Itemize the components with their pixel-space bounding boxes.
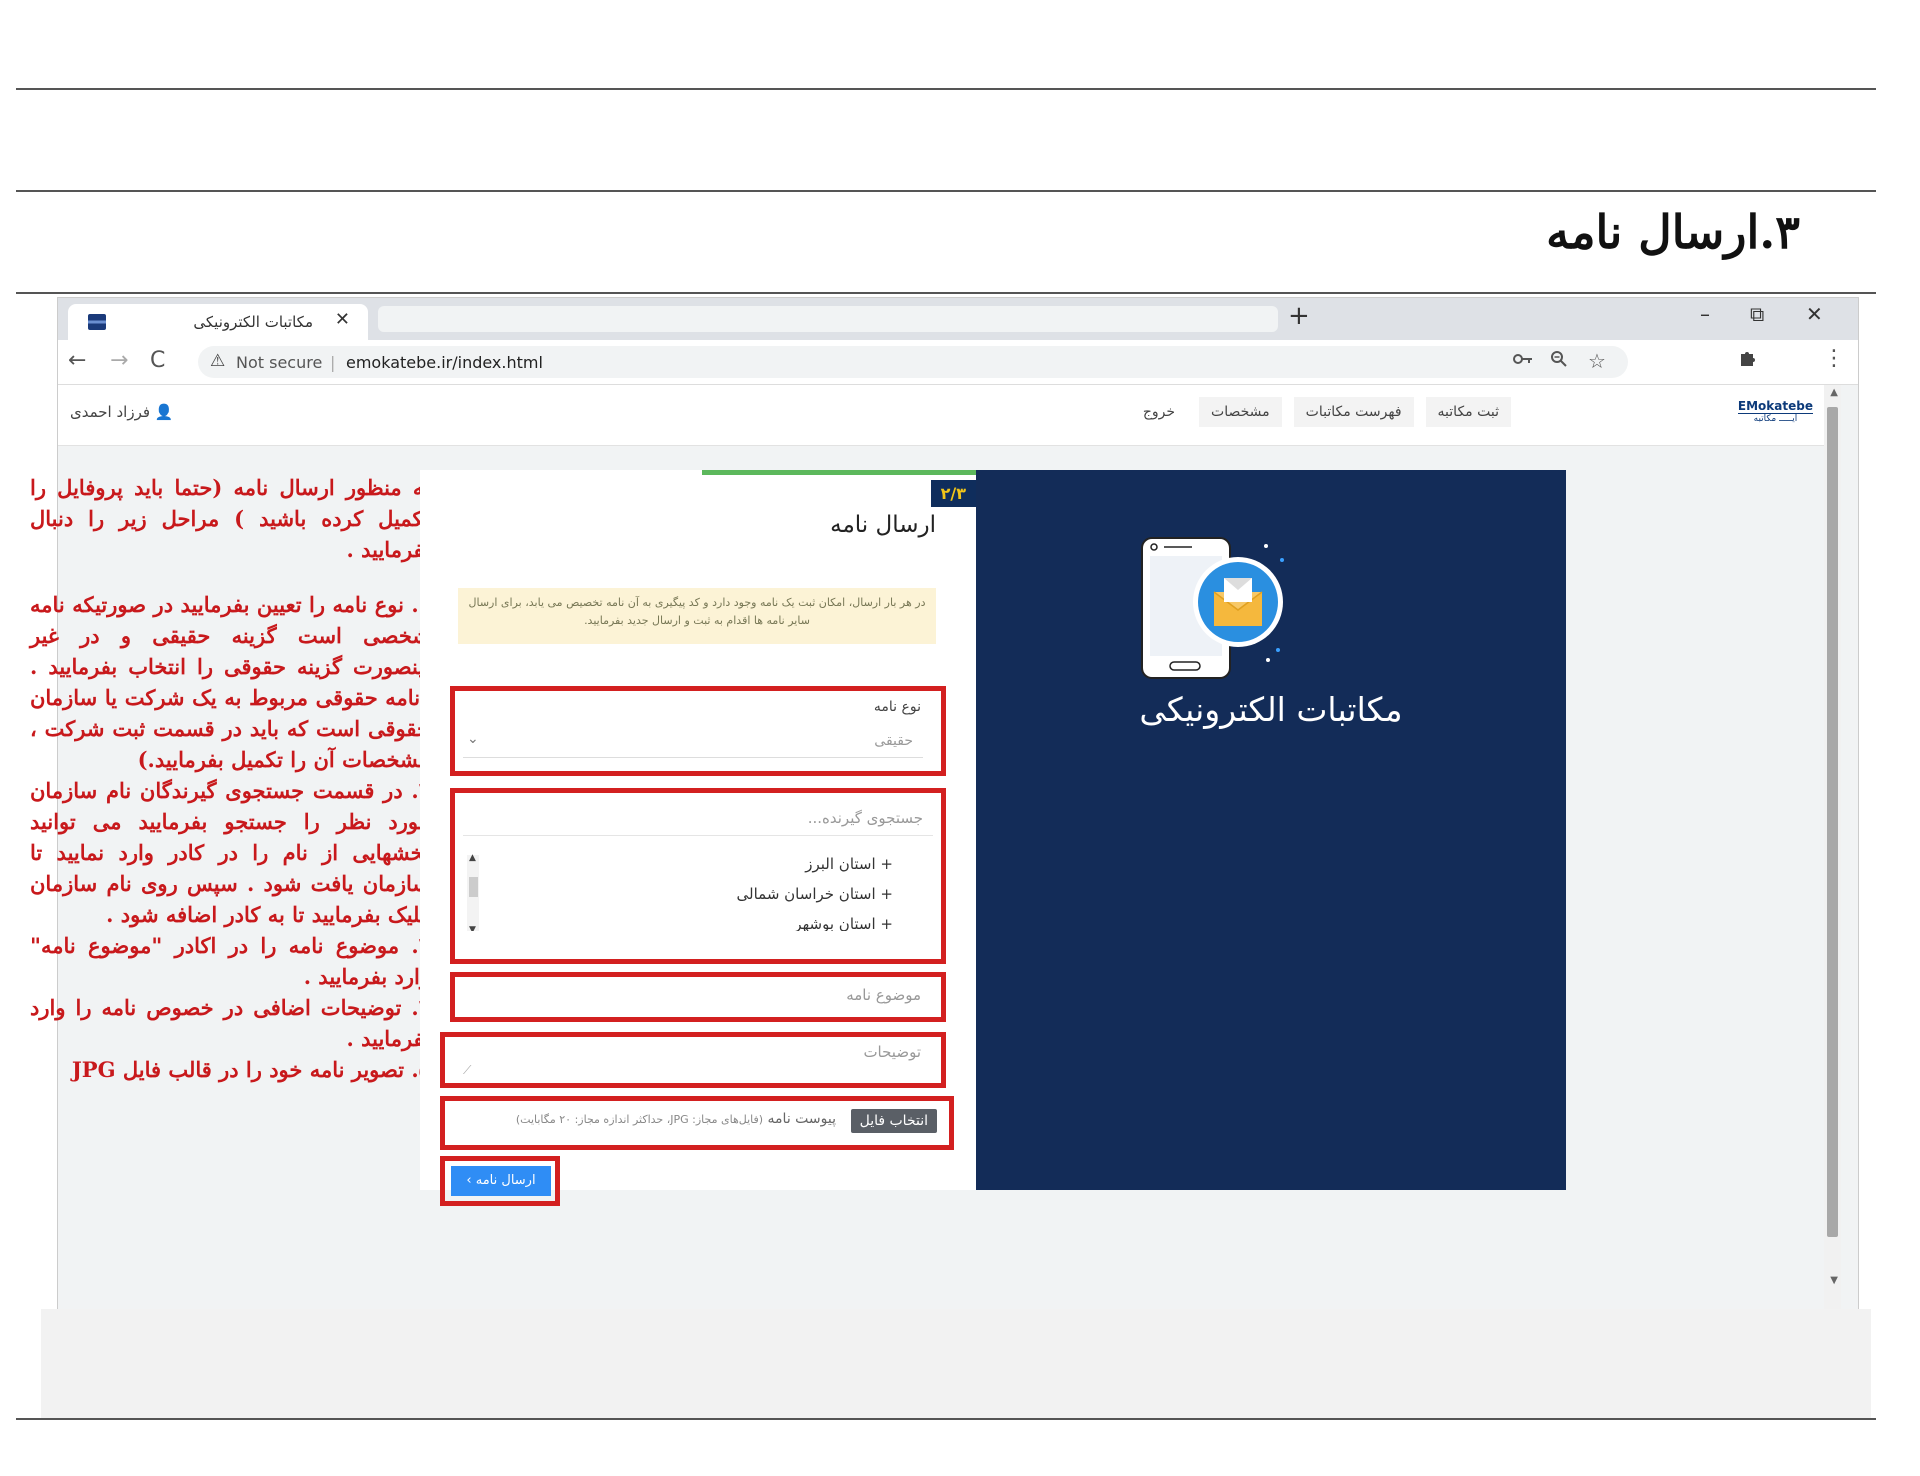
type-label: نوع نامه: [873, 699, 921, 715]
nav-item-profile[interactable]: مشخصات: [1199, 397, 1282, 427]
rule-top: [16, 88, 1876, 90]
logo-sub: ایـــــ مکاتبه: [1737, 413, 1813, 424]
brand-title: مکاتبات الکترونیکی: [1139, 690, 1403, 729]
mail-phone-icon: [1141, 537, 1284, 679]
file-label-text: پیوست نامه: [767, 1111, 836, 1127]
recipient-list: + استان البرز + استان خراسان شمالی + است…: [461, 847, 933, 931]
scroll-down-icon[interactable]: ▼: [469, 925, 476, 931]
back-button[interactable]: ←: [68, 348, 86, 373]
warning-icon[interactable]: ⚠: [210, 351, 225, 371]
site-logo[interactable]: EMokatebe ایـــــ مکاتبه: [1737, 399, 1813, 424]
user-name: فرزاد احمدی: [70, 403, 151, 421]
recipient-search-input[interactable]: جستجوی گیرنده...: [463, 801, 933, 836]
zoom-icon[interactable]: [1550, 350, 1568, 373]
subject-field-box[interactable]: موضوع نامه: [450, 972, 946, 1022]
reload-button[interactable]: C: [150, 348, 165, 373]
star-icon[interactable]: ☆: [1588, 349, 1606, 373]
recipient-item[interactable]: + استان بوشهر: [794, 915, 893, 931]
window-close-button[interactable]: ✕: [1806, 302, 1823, 326]
key-icon[interactable]: [1513, 350, 1533, 371]
logo-main: EMokatebe: [1737, 399, 1813, 413]
url-text[interactable]: emokatebe.ir/index.html: [346, 353, 543, 372]
tab-strip: مکاتبات الکترونیکی ✕ + – ⧉ ✕: [58, 298, 1858, 340]
page-scrollbar[interactable]: ▲ ▼: [1824, 385, 1841, 1310]
puzzle-icon[interactable]: [1738, 348, 1758, 373]
new-tab-button[interactable]: +: [1288, 301, 1310, 331]
instruction-step-5: ۵. تصویر نامه خود را در قالب فایل JPG: [71, 1057, 430, 1082]
send-button-box: ارسال نامه ›: [440, 1156, 560, 1206]
menu-icon[interactable]: ⋮: [1823, 346, 1845, 371]
browser-toolbar: ← → C ⚠ Not secure | emokatebe.ir/index.…: [58, 340, 1858, 385]
restore-button[interactable]: ⧉: [1750, 302, 1764, 326]
type-select[interactable]: حقیقی ⌄: [463, 727, 923, 758]
description-placeholder: توضیحات: [863, 1043, 921, 1061]
not-secure-label[interactable]: Not secure: [236, 353, 322, 372]
instruction-step-4: ۴. توضیحات اضافی در خصوص نامه را وارد بف…: [30, 995, 430, 1051]
chevron-down-icon: ⌄: [467, 731, 479, 747]
user-menu[interactable]: 👤 فرزاد احمدی: [70, 403, 174, 421]
rule-above-screenshot: [16, 292, 1876, 294]
minimize-button[interactable]: –: [1700, 302, 1710, 326]
tab-bar-empty: [378, 306, 1278, 332]
instructions-text: به منظور ارسال نامه (حتما باید پروفایل ر…: [30, 472, 430, 1085]
tab-title: مکاتبات الکترونیکی: [193, 313, 313, 331]
instructions-intro: به منظور ارسال نامه (حتما باید پروفایل ر…: [30, 475, 430, 562]
recipient-item[interactable]: + استان خراسان شمالی: [737, 885, 893, 903]
instruction-step-1: ۱. نوع نامه را تعیین بفرمایید در صورتیکه…: [30, 592, 430, 772]
scroll-thumb[interactable]: [1827, 407, 1838, 1237]
url-separator: |: [330, 353, 336, 372]
file-label: پیوست نامه (فایل‌های مجاز: JPG، حداکثر ا…: [516, 1111, 836, 1127]
list-scroll-thumb[interactable]: [469, 877, 478, 897]
form-title: ارسال نامه: [830, 512, 936, 538]
brand-panel: مکاتبات الکترونیکی: [976, 470, 1566, 1190]
subject-placeholder: موضوع نامه: [846, 986, 921, 1004]
instruction-step-3: ۳. موضوع نامه را در اکادر "موضوع نامه" و…: [30, 933, 430, 989]
tab-active[interactable]: مکاتبات الکترونیکی ✕: [68, 304, 368, 340]
page-footer-area: [41, 1309, 1871, 1419]
search-placeholder: جستجوی گیرنده...: [807, 809, 923, 827]
recipient-field-box: جستجوی گیرنده... + استان البرز + استان خ…: [450, 788, 946, 964]
doc-title: ۳.ارسال نامه: [1546, 205, 1800, 259]
scroll-down-icon[interactable]: ▼: [1830, 1275, 1838, 1286]
nav-menu: ثبت مکاتبه فهرست مکاتبات مشخصات خروج: [1130, 397, 1511, 427]
nav-item-list[interactable]: فهرست مکاتبات: [1293, 397, 1414, 427]
favicon-icon: [88, 314, 106, 330]
rule-bottom: [16, 1418, 1876, 1420]
rule-middle: [16, 190, 1876, 192]
form-panel: ۲/۳ ارسال نامه در هر بار ارسال، امکان ثب…: [420, 470, 976, 1206]
user-icon: 👤: [154, 403, 174, 421]
type-field-box: نوع نامه حقیقی ⌄: [450, 686, 946, 776]
file-note: (فایل‌های مجاز: JPG، حداکثر اندازه مجاز:…: [515, 1113, 764, 1126]
send-letter-card: ۲/۳ ارسال نامه در هر بار ارسال، امکان ثب…: [420, 470, 1566, 1206]
scroll-up-icon[interactable]: ▲: [469, 853, 476, 863]
send-button[interactable]: ارسال نامه ›: [451, 1166, 551, 1196]
list-scrollbar[interactable]: ▲ ▼: [467, 853, 479, 931]
close-icon[interactable]: ✕: [335, 309, 350, 330]
resize-handle-icon[interactable]: ⟋: [463, 1063, 471, 1078]
type-value: حقیقی: [874, 733, 913, 749]
progress-bar: [702, 470, 976, 475]
scroll-up-icon[interactable]: ▲: [1830, 387, 1838, 398]
nav-item-register[interactable]: ثبت مکاتبه: [1425, 397, 1511, 427]
site-navbar: 👤 فرزاد احمدی ثبت مکاتبه فهرست مکاتبات م…: [58, 385, 1841, 446]
file-field-box: انتخاب فایل پیوست نامه (فایل‌های مجاز: J…: [440, 1096, 954, 1150]
address-bar[interactable]: ⚠ Not secure | emokatebe.ir/index.html ☆: [198, 346, 1628, 378]
description-field-box[interactable]: توضیحات ⟋: [440, 1032, 946, 1088]
instruction-step-2: ۲. در قسمت جستجوی گیرندگان نام سازمان مو…: [30, 778, 430, 927]
choose-file-button[interactable]: انتخاب فایل: [850, 1109, 937, 1133]
notice-box: در هر بار ارسال، امکان ثبت یک نامه وجود …: [458, 588, 936, 644]
step-indicator: ۲/۳: [930, 480, 976, 507]
recipient-item[interactable]: + استان البرز: [805, 855, 893, 873]
forward-button[interactable]: →: [110, 348, 128, 373]
nav-item-logout[interactable]: خروج: [1130, 397, 1188, 427]
